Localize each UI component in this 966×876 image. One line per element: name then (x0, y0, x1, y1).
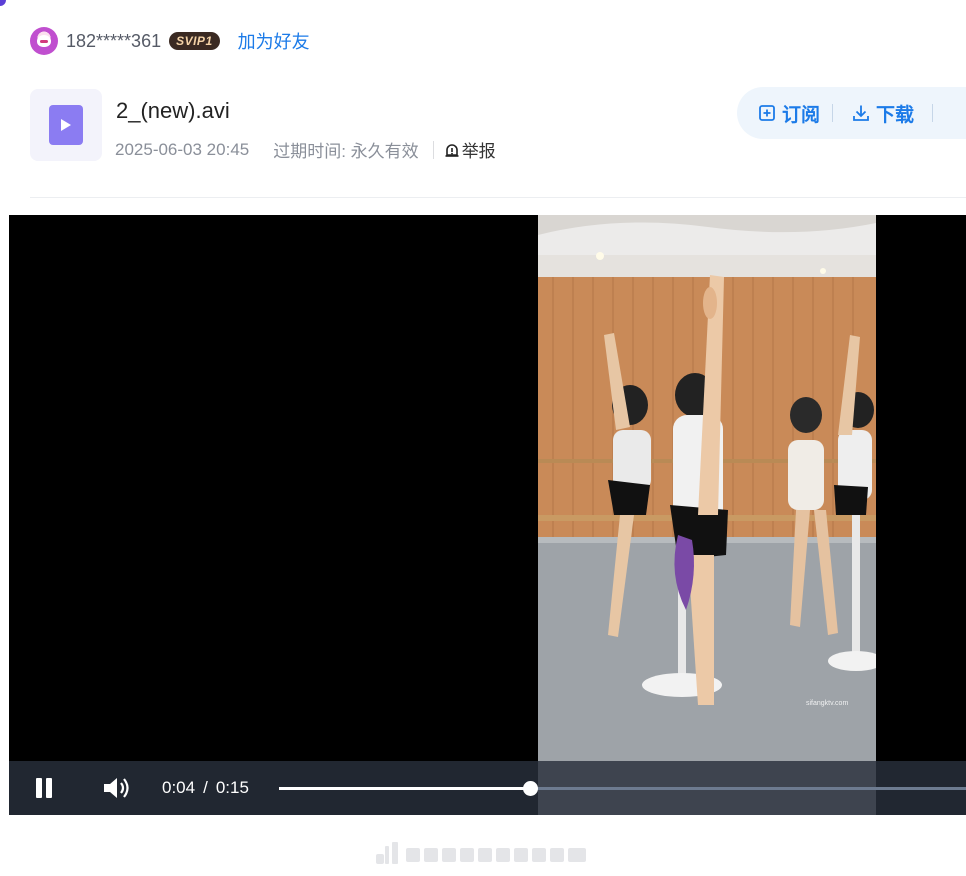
subscribe-icon (759, 105, 775, 121)
player-controls: 0:04 / 0:15 (9, 761, 966, 815)
time-display: 0:04 / 0:15 (162, 778, 249, 798)
video-player[interactable]: sifangktv.com 0:04 / 0:15 (9, 215, 966, 815)
report-button[interactable]: 举报 (444, 137, 496, 162)
action-divider (832, 104, 834, 122)
progress-thumb[interactable] (523, 781, 538, 796)
download-button[interactable]: 下载 (851, 100, 914, 127)
file-thumbnail (30, 89, 102, 161)
video-file-icon (49, 105, 83, 145)
time-separator: / (203, 778, 208, 797)
video-frame[interactable] (538, 215, 876, 815)
video-frame-image (538, 215, 876, 815)
file-meta: 2025-06-03 20:45 过期时间: 永久有效 举报 (115, 137, 496, 162)
action-divider-end (932, 104, 934, 122)
current-time: 0:04 (162, 778, 196, 797)
progress-fill (279, 787, 530, 790)
duration: 0:15 (215, 778, 249, 797)
pause-icon[interactable] (35, 778, 55, 800)
avatar-cat-icon[interactable] (30, 27, 58, 55)
expire-info: 过期时间: 永久有效 (273, 142, 419, 161)
subscribe-button[interactable]: 订阅 (757, 100, 820, 127)
vip-badge: SVIP1 (169, 32, 220, 50)
user-id: 182*****361 (66, 30, 162, 51)
video-watermark: sifangktv.com (806, 700, 849, 707)
meta-divider (432, 140, 434, 159)
progress-bar[interactable] (279, 781, 966, 796)
file-name: 2_(new).avi (116, 98, 230, 123)
report-label: 举报 (461, 142, 496, 161)
corner-accent (0, 0, 6, 6)
subscribe-label: 订阅 (782, 104, 821, 126)
alarm-icon (445, 143, 459, 157)
action-bar: 订阅 下载 (737, 87, 966, 139)
bottom-watermark-logo (376, 842, 586, 864)
download-icon (853, 105, 869, 121)
volume-icon[interactable] (102, 775, 132, 801)
user-row: 182*****361 SVIP1 加为好友 (30, 27, 310, 55)
file-date: 2025-06-03 20:45 (115, 139, 250, 159)
header-divider (30, 197, 966, 198)
download-label: 下载 (876, 104, 915, 126)
add-friend-link[interactable]: 加为好友 (238, 28, 310, 54)
